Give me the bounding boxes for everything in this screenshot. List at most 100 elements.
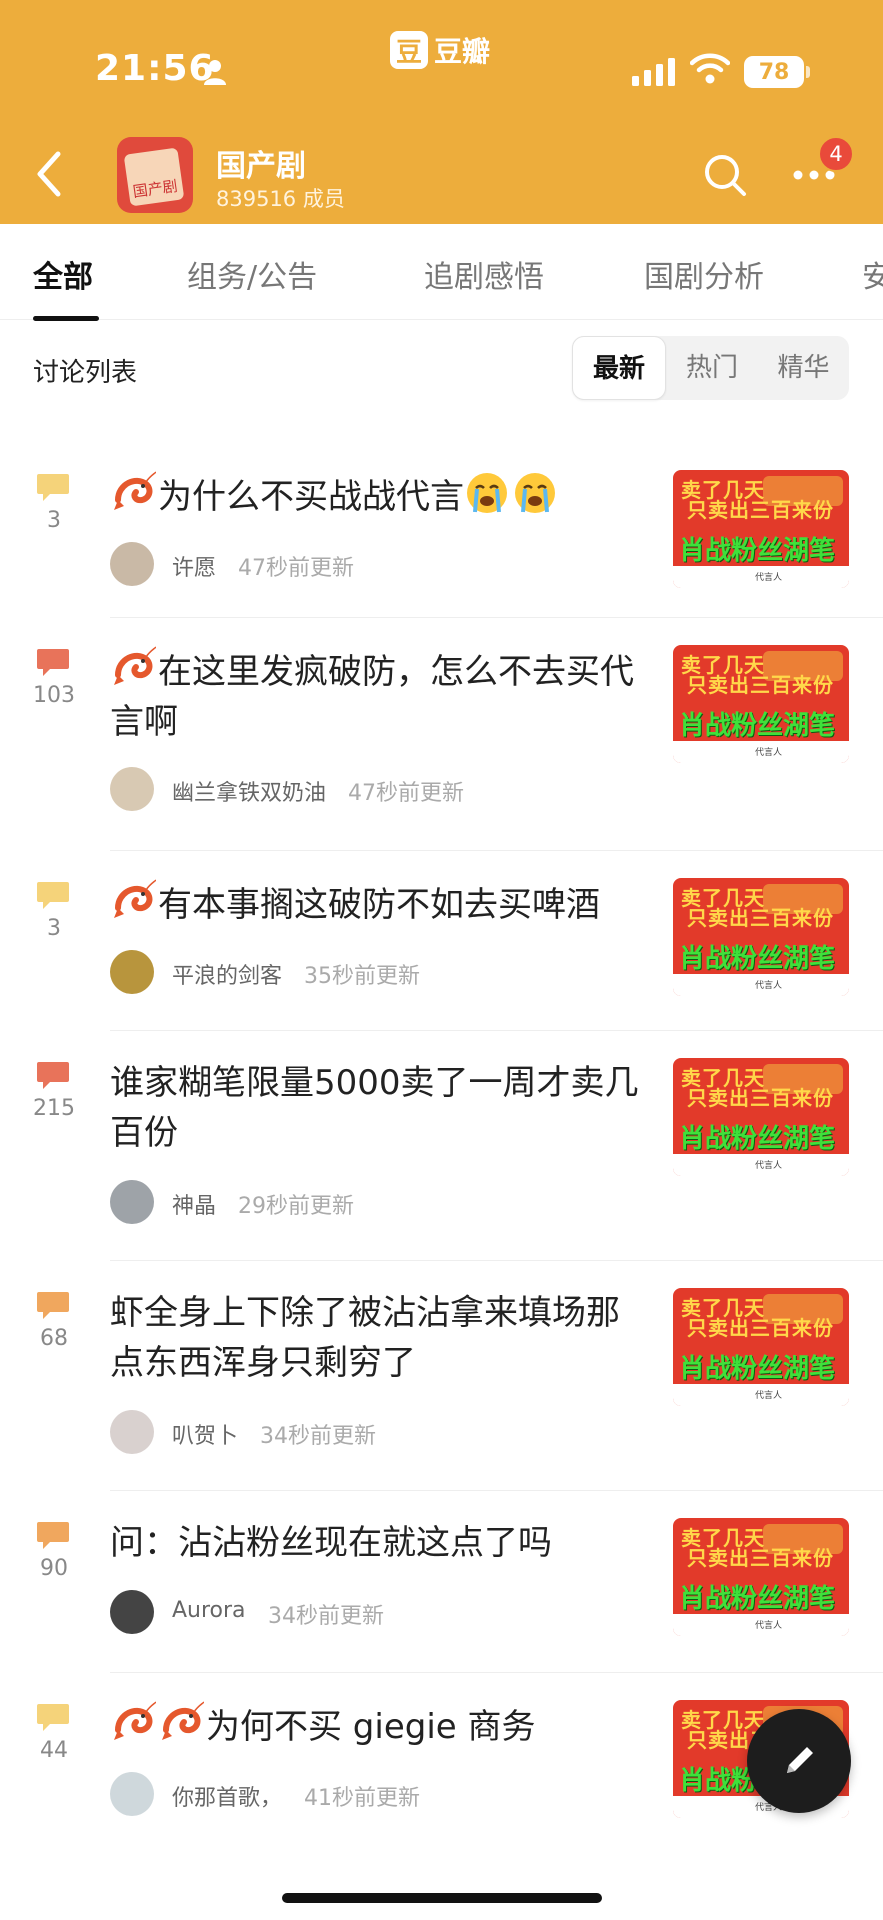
post-row[interactable]: 68 虾全身上下除了被沾沾拿来填场那点东西浑身只剩穷了 叭贺卜 34秒前更新 卖了几天只… (0, 1260, 883, 1490)
thumbnail-caption: 代言人 (755, 748, 783, 758)
author-avatar[interactable] (110, 950, 154, 994)
comment-bubble-icon (37, 1292, 69, 1319)
author-name[interactable]: 幽兰拿铁双奶油 (172, 775, 326, 807)
row-divider (110, 850, 883, 851)
sort-featured-button[interactable]: 精华 (758, 336, 849, 400)
row-divider (110, 1490, 883, 1491)
comment-bubble-icon (37, 474, 69, 501)
author-name[interactable]: Aurora (172, 1598, 246, 1623)
signal-icon (632, 58, 675, 86)
post-title-text: 在这里发疯破防，怎么不去买代言啊 (110, 652, 634, 742)
comment-bubble-icon (37, 1704, 69, 1731)
tab-drama-analysis[interactable]: 国剧分析 (644, 252, 764, 296)
thumbnail-line-3: 肖战粉丝湖笔 (679, 944, 836, 974)
group-avatar-card: 国产剧 (123, 147, 185, 207)
thumbnail-line-3: 肖战粉丝湖笔 (679, 1584, 836, 1614)
author-name[interactable]: 叭贺卜 (172, 1418, 238, 1450)
home-indicator (282, 1893, 602, 1903)
post-row[interactable]: 103 在这里发疯破防，怎么不去买代言啊幽兰拿铁双奶油 47秒前更新 卖了几天 只卖出三… (0, 617, 883, 847)
thumbnail-line-2: 只卖出三百来份 (687, 1546, 834, 1570)
post-title[interactable]: 问：沾沾粉丝现在就这点了吗 (110, 1518, 650, 1568)
post-title[interactable]: 为什么不买战战代言 (110, 470, 650, 522)
post-thumbnail[interactable]: 卖了几天只卖出三百来份肖战粉丝湖笔代言人 (673, 1058, 849, 1176)
author-name[interactable]: 你那首歌， (172, 1780, 282, 1812)
post-row[interactable]: 215 谁家糊笔限量5000卖了一周才卖几百份 神晶 29秒前更新 卖了几天 只卖出三百来… (0, 1030, 883, 1260)
thumbnail-line-3: 肖战粉丝湖笔 (679, 1124, 836, 1154)
post-title-text: 虾全身上下除了被沾沾拿来填场那点东西浑身只剩穷了 (110, 1293, 620, 1383)
battery-tip (806, 66, 810, 78)
compose-button[interactable] (747, 1709, 851, 1813)
author-name[interactable]: 许愿 (172, 550, 216, 582)
thumbnail-line-2: 只卖出三百来份 (687, 498, 834, 522)
tab-announcements[interactable]: 组务/公告 (187, 252, 317, 296)
thumbnail-strip: 代言人 (673, 1384, 849, 1406)
person-icon (204, 60, 226, 85)
update-time: 34秒前更新 (260, 1424, 376, 1449)
thumbnail-caption: 代言人 (755, 1391, 783, 1401)
author-avatar[interactable] (110, 1180, 154, 1224)
post-thumbnail[interactable]: 卖了几天只卖出三百来份肖战粉丝湖笔代言人 (673, 878, 849, 996)
post-title[interactable]: 谁家糊笔限量5000卖了一周才卖几百份 (110, 1058, 650, 1158)
back-arrow-icon[interactable] (30, 148, 70, 200)
shrimp-emoji-icon (114, 471, 156, 510)
thumbnail-line-2: 只卖出三百来份 (687, 673, 834, 697)
thumbnail-line-3: 肖战粉丝湖笔 (679, 1354, 836, 1384)
thumbnail-line-2: 只卖出三百来份 (687, 1086, 834, 1110)
status-time: 21:56 (95, 48, 215, 89)
tab-drama-thoughts[interactable]: 追剧感悟 (424, 252, 544, 296)
post-title-text: 问：沾沾粉丝现在就这点了吗 (110, 1523, 552, 1563)
author-avatar[interactable] (110, 1772, 154, 1816)
group-avatar[interactable]: 国产剧 (117, 137, 193, 213)
post-title-text: 为什么不买战战代言 (158, 477, 464, 517)
author-avatar[interactable] (110, 767, 154, 811)
thumbnail-caption: 代言人 (755, 1621, 783, 1631)
group-title[interactable]: 国产剧 (216, 141, 306, 185)
post-thumbnail[interactable]: 卖了几天只卖出三百来份肖战粉丝湖笔代言人 (673, 470, 849, 588)
group-member-count: 839516 成员 (216, 187, 345, 211)
comment-count: 44 (40, 1738, 68, 1763)
update-time: 47秒前更新 (348, 781, 464, 806)
author-avatar[interactable] (110, 1410, 154, 1454)
app-name: 豆瓣 (434, 35, 491, 68)
battery-indicator: 78 (744, 56, 804, 88)
thumbnail-strip: 代言人 (673, 1614, 849, 1636)
author-name[interactable]: 神晶 (172, 1188, 216, 1220)
comment-count: 103 (33, 683, 75, 708)
post-thumbnail[interactable]: 卖了几天只卖出三百来份肖战粉丝湖笔代言人 (673, 1518, 849, 1636)
update-time: 34秒前更新 (268, 1604, 384, 1629)
post-title-text: 谁家糊笔限量5000卖了一周才卖几百份 (110, 1063, 639, 1153)
comment-bubble-icon (37, 1522, 69, 1549)
post-thumbnail[interactable]: 卖了几天只卖出三百来份肖战粉丝湖笔代言人 (673, 1288, 849, 1406)
category-tabs: 全部 组务/公告 追剧感悟 国剧分析 安 (0, 224, 883, 321)
tab-more[interactable]: 安 (862, 252, 883, 296)
tab-all[interactable]: 全部 (33, 252, 93, 296)
post-title[interactable]: 有本事搁这破防不如去买啤酒 (110, 878, 650, 930)
comment-count: 215 (33, 1096, 75, 1121)
thumbnail-strip: 代言人 (673, 566, 849, 588)
author-name[interactable]: 平浪的剑客 (172, 958, 282, 990)
thumbnail-line-2: 只卖出三百来份 (687, 1316, 834, 1340)
post-title[interactable]: 在这里发疯破防，怎么不去买代言啊 (110, 645, 650, 747)
discussion-list-title: 讨论列表 (33, 358, 138, 388)
author-avatar[interactable] (110, 542, 154, 586)
post-title[interactable]: 虾全身上下除了被沾沾拿来填场那点东西浑身只剩穷了 (110, 1288, 650, 1388)
thumbnail-line-3: 肖战粉丝湖笔 (679, 536, 836, 566)
comment-count: 90 (40, 1556, 68, 1581)
update-time: 35秒前更新 (304, 964, 420, 989)
row-divider (110, 1260, 883, 1261)
crying-face-emoji-icon (467, 473, 507, 513)
post-row[interactable]: 44为何不买 giegie 商务你那首歌，41秒前更新卖了几天只卖出三百来份肖战… (0, 1672, 883, 1902)
post-thumbnail[interactable]: 卖了几天只卖出三百来份肖战粉丝湖笔代言人 (673, 645, 849, 763)
sort-hot-button[interactable]: 热门 (666, 336, 758, 400)
shrimp-emoji-icon (162, 1701, 204, 1740)
shrimp-emoji-icon (114, 879, 156, 918)
post-title[interactable]: 为何不买 giegie 商务 (110, 1700, 650, 1752)
thumbnail-strip: 代言人 (673, 741, 849, 763)
app-logo: 豆 豆瓣 (390, 30, 490, 70)
search-icon[interactable] (702, 152, 748, 198)
group-avatar-text: 国产剧 (131, 176, 179, 201)
comment-bubble-icon (37, 1062, 69, 1089)
thumbnail-caption: 代言人 (755, 981, 783, 991)
sort-latest-button[interactable]: 最新 (572, 336, 666, 400)
author-avatar[interactable] (110, 1590, 154, 1634)
